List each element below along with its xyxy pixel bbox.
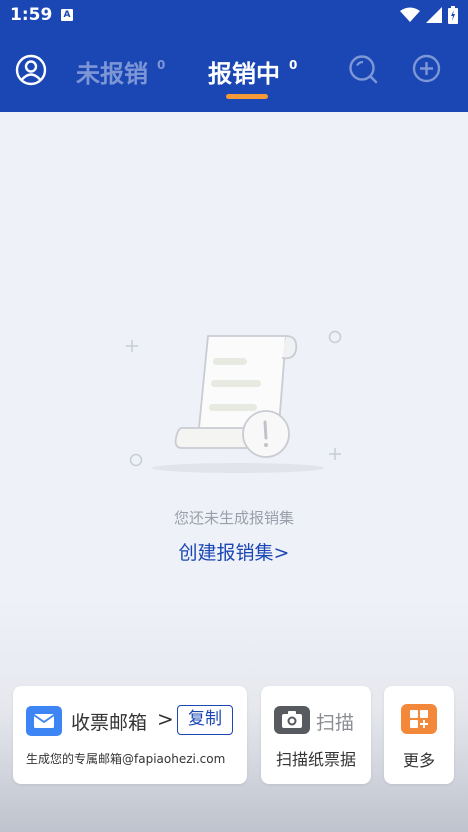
signal-icon [426,7,442,23]
search-icon[interactable] [348,54,378,84]
scan-subtitle: 扫描纸票据 [275,750,356,769]
add-icon[interactable] [412,54,441,83]
more-title: 更多 [402,751,435,770]
status-icons [400,6,458,24]
camera-icon [274,706,310,734]
status-bar: 1:59 A [0,0,468,32]
empty-state-message: 您还未生成报销集 [173,509,294,527]
status-time: 1:59 [10,5,53,25]
active-tab-indicator [226,94,268,99]
tab-reimbursing[interactable]: 报销中 [208,54,280,89]
top-navigation: 未报销 0 报销中 0 [0,32,468,112]
notification-badge: A [61,9,73,21]
more-card[interactable]: 更多 [384,686,454,784]
copy-button[interactable]: 复制 [177,705,233,735]
create-reimbursement-link[interactable]: 创建报销集> [0,538,468,565]
grid-plus-icon [401,704,437,734]
mailbox-subtitle: 生成您的专属邮箱@fapiaohezi.com [26,752,226,766]
tab-unreimbursed[interactable]: 未报销 [76,54,148,89]
battery-icon [448,6,458,24]
empty-receipt-illustration [126,330,342,473]
tab-unreimbursed-count: 0 [157,58,166,72]
mailbox-title: 收票邮箱 [71,712,148,734]
user-icon[interactable] [15,54,47,86]
tab-reimbursing-count: 0 [289,58,298,72]
wifi-icon [400,7,420,22]
scan-card[interactable]: 扫描 扫描纸票据 [261,686,371,784]
invoice-mailbox-card[interactable]: 收票邮箱 > 复制 生成您的专属邮箱@fapiaohezi.com [13,686,247,784]
chevron-right-icon: > [157,707,174,731]
mail-icon [26,706,62,736]
scan-title: 扫描 [316,712,355,734]
